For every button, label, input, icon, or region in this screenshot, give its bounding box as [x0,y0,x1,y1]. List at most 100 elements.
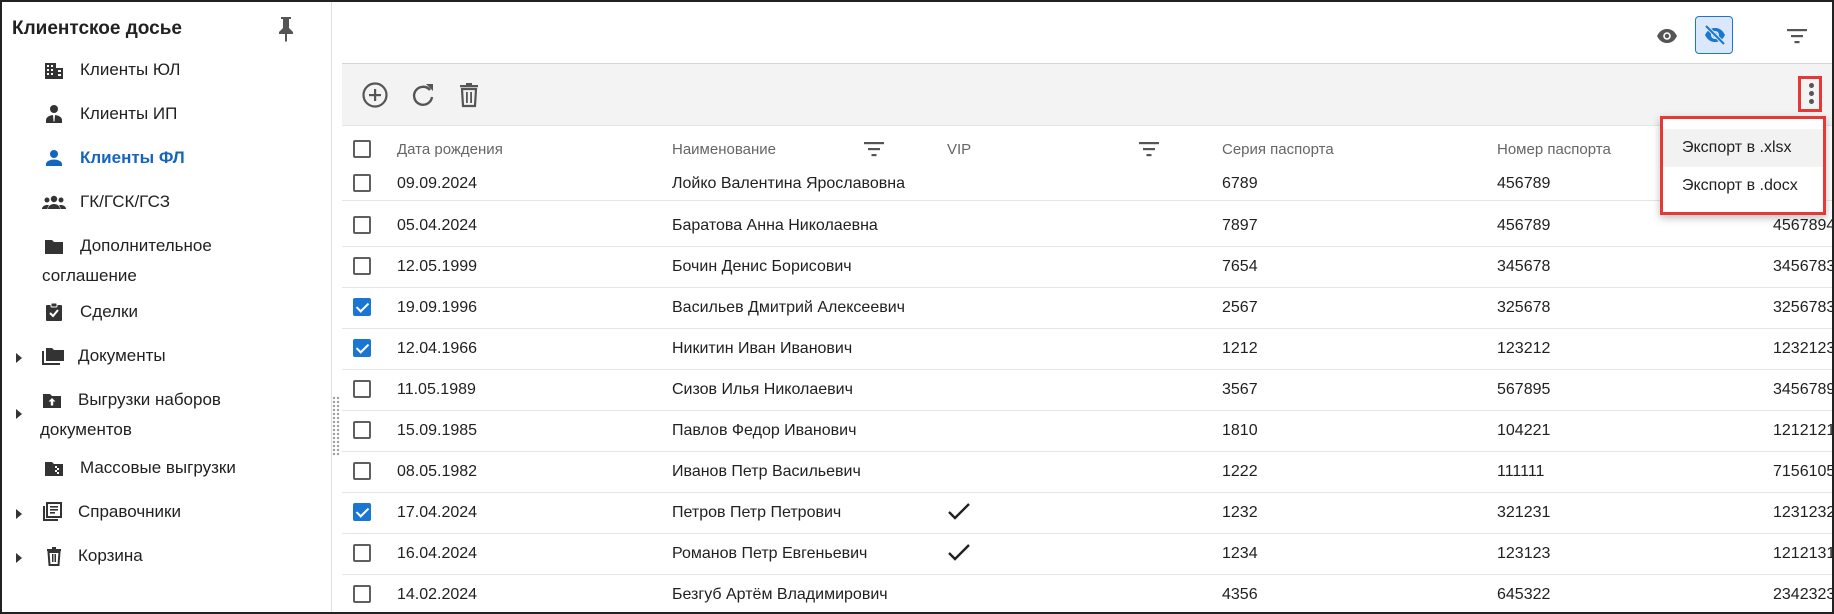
cell-extra: 7156105 [1773,463,1834,480]
table-row[interactable]: 11.05.1989 Сизов Илья Николаевич 3567 56… [342,370,1832,411]
column-filter-icon[interactable] [1138,140,1160,158]
cell-passport-number: 456789 [1497,175,1551,192]
column-header-passport-series[interactable]: Серия паспорта [1222,141,1334,158]
person-tie-icon [46,105,62,123]
row-checkbox[interactable] [353,380,371,398]
cell-birthdate: 17.04.2024 [397,504,478,521]
row-checkbox[interactable] [353,462,371,480]
cell-birthdate: 15.09.1985 [397,422,478,439]
table-row[interactable]: 09.09.2024 Лойко Валентина Ярославовна 6… [342,166,1832,201]
sidebar-item-trash[interactable]: Корзина [2,540,330,576]
cell-name: Никитин Иван Иванович [672,340,853,357]
sidebar-item-label: Массовые выгрузки [80,458,236,477]
cell-passport-series: 4356 [1222,586,1258,603]
cell-passport-series: 2567 [1222,299,1258,316]
sidebar-item-groups[interactable]: ГК/ГСК/ГСЗ [2,186,330,222]
cell-extra: 3256783 [1773,299,1834,316]
expand-caret-icon[interactable] [16,409,22,419]
column-header-birthdate[interactable]: Дата рождения [397,141,503,158]
dot [1809,99,1814,104]
hide-columns-button[interactable] [1695,16,1733,54]
table-row[interactable]: 14.02.2024 Безгуб Артём Владимирович 435… [342,575,1832,612]
export-menu: Экспорт в .xlsx Экспорт в .docx [1660,116,1826,215]
row-checkbox[interactable] [353,544,371,562]
row-checkbox[interactable] [353,298,371,316]
column-filter-icon[interactable] [863,140,885,158]
trash-icon [47,547,61,566]
row-checkbox[interactable] [353,503,371,521]
filter-icon[interactable] [1786,28,1808,44]
sidebar-item-clients-fl[interactable]: Клиенты ФЛ [2,142,330,178]
sidebar-item-documents[interactable]: Документы [2,340,330,376]
table-row[interactable]: 16.04.2024 Романов Петр Евгеньевич 1234 … [342,534,1832,575]
column-header-passport-number[interactable]: Номер паспорта [1497,141,1611,158]
table-row[interactable]: 08.05.1982 Иванов Петр Васильевич 1222 1… [342,452,1832,493]
cell-extra: 1212121 [1773,422,1834,439]
sidebar-item-directories[interactable]: Справочники [2,496,330,532]
dot [1809,83,1814,88]
sidebar: Клиентское досье Клиенты ЮЛ Клиенты ИП К… [2,2,332,612]
column-header-name[interactable]: Наименование [672,141,776,158]
refresh-icon[interactable] [408,80,438,110]
row-checkbox[interactable] [353,339,371,357]
select-all-checkbox[interactable] [353,140,371,158]
add-icon[interactable] [360,80,390,110]
cell-passport-number: 321231 [1497,504,1551,521]
row-checkbox[interactable] [353,257,371,275]
cell-passport-number: 123212 [1497,340,1551,357]
row-checkbox[interactable] [353,216,371,234]
table-row[interactable]: 12.05.1999 Бочин Денис Борисович 7654 34… [342,247,1832,288]
more-menu-button[interactable] [1798,76,1822,112]
cell-extra: 1232123 [1773,340,1834,357]
expand-caret-icon[interactable] [16,353,22,363]
sidebar-title: Клиентское досье [12,18,182,39]
sidebar-item-deals[interactable]: Сделки [2,296,330,332]
row-checkbox[interactable] [353,421,371,439]
column-header-vip[interactable]: VIP [947,141,971,158]
cell-birthdate: 19.09.1996 [397,299,478,316]
folder-zip-icon [45,462,63,476]
main-panel: Дата рождения Наименование VIP Серия пас… [342,2,1832,612]
table-row[interactable]: 19.09.1996 Васильев Дмитрий Алексеевич 2… [342,288,1832,329]
table-row[interactable]: 05.04.2024 Баратова Анна Николаевна 7897… [342,206,1832,247]
person-icon [46,150,62,166]
cell-passport-series: 7897 [1222,217,1258,234]
table-toolbar [342,64,1832,126]
table-row[interactable]: 15.09.1985 Павлов Федор Иванович 1810 10… [342,411,1832,452]
app-window: Клиентское досье Клиенты ЮЛ Клиенты ИП К… [0,0,1834,614]
cell-passport-number: 456789 [1497,217,1551,234]
cell-birthdate: 05.04.2024 [397,217,478,234]
show-columns-button[interactable] [1648,18,1686,56]
cell-passport-number: 567895 [1497,381,1551,398]
building-icon [45,63,63,79]
cell-passport-series: 1222 [1222,463,1258,480]
table-row[interactable]: 17.04.2024 Петров Петр Петрович 1232 321… [342,493,1832,534]
cell-name: Сизов Илья Николаевич [672,381,853,398]
sidebar-item-mass-exports[interactable]: Массовые выгрузки [2,452,330,488]
sidebar-item-label: Клиенты ЮЛ [80,60,181,79]
sidebar-item-document-set-exports[interactable]: Выгрузки наборов документов [2,384,330,442]
expand-caret-icon[interactable] [16,553,22,563]
cell-birthdate: 16.04.2024 [397,545,478,562]
export-docx-menu-item[interactable]: Экспорт в .docx [1663,167,1823,205]
expand-caret-icon[interactable] [16,509,22,519]
cell-extra: 3456789 [1773,381,1834,398]
sidebar-item-clients-ul[interactable]: Клиенты ЮЛ [2,54,330,90]
cell-name: Иванов Петр Васильевич [672,463,861,480]
cell-passport-number: 111111 [1497,463,1545,480]
sidebar-item-label-line2: документов [40,420,132,439]
pin-icon[interactable] [276,15,296,43]
table-row[interactable]: 12.04.1966 Никитин Иван Иванович 1212 12… [342,329,1832,370]
delete-icon[interactable] [454,80,484,110]
sidebar-item-clients-ip[interactable]: Клиенты ИП [2,98,330,134]
export-xlsx-menu-item[interactable]: Экспорт в .xlsx [1663,129,1823,167]
row-checkbox[interactable] [353,174,371,192]
sidebar-item-label-line2: соглашение [42,266,137,285]
sidebar-resize-handle[interactable] [332,396,340,456]
cell-passport-series: 1234 [1222,545,1258,562]
eye-off-icon [1704,24,1726,46]
sidebar-item-additional-agreement[interactable]: Дополнительное соглашение [2,230,330,288]
row-checkbox[interactable] [353,585,371,603]
cell-passport-number: 123123 [1497,545,1551,562]
vip-check-icon [948,503,970,520]
